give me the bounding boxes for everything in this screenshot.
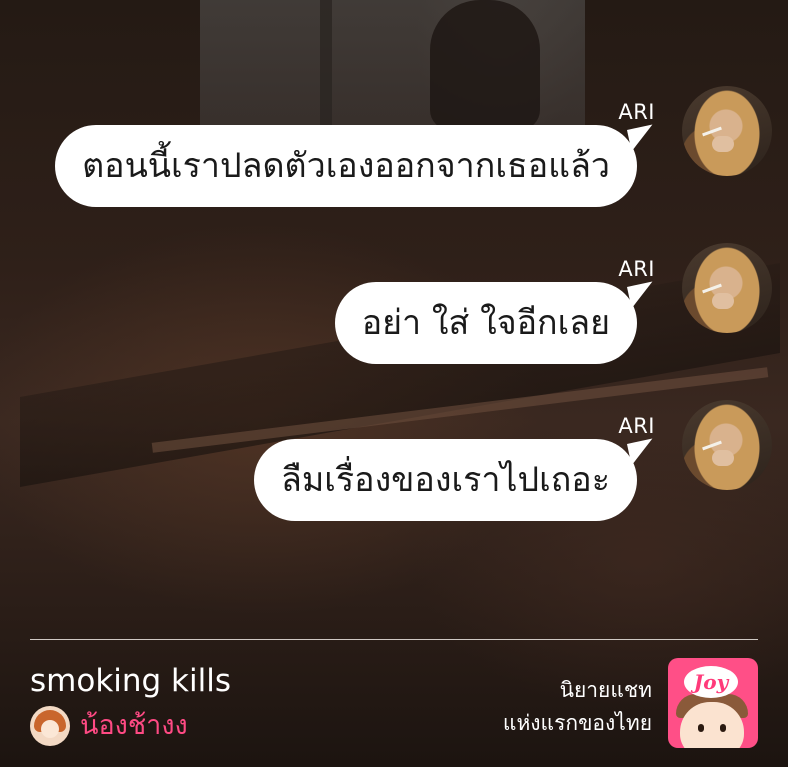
chat-message: ARI ลืมเรื่องของเราไปเถอะ — [0, 400, 772, 524]
sender-avatar-icon[interactable] — [682, 400, 772, 490]
logo-character-eye — [698, 724, 704, 732]
chat-message: ARI ตอนนี้เราปลดตัวเองออกจากเธอแล้ว — [0, 86, 772, 210]
bubble-tail — [626, 281, 658, 309]
chat-message: ARI อย่า ใส่ ใจอีกเลย — [0, 243, 772, 367]
joy-logo-icon[interactable]: Joy — [668, 658, 758, 748]
story-title[interactable]: smoking kills — [30, 662, 231, 700]
sender-name: ARI — [618, 257, 655, 281]
sender-avatar-icon[interactable] — [682, 243, 772, 333]
message-text: ตอนนี้เราปลดตัวเองออกจากเธอแล้ว — [82, 146, 610, 186]
brand-tagline: นิยายแชท แห่งแรกของไทย — [503, 674, 652, 740]
footer-divider — [30, 639, 758, 640]
sender-name: ARI — [618, 100, 655, 124]
bubble-tail — [626, 438, 658, 466]
message-text: อย่า ใส่ ใจอีกเลย — [361, 303, 610, 343]
logo-character-eye — [720, 724, 726, 732]
message-bubble: ลืมเรื่องของเราไปเถอะ — [254, 438, 658, 521]
message-text: ลืมเรื่องของเราไปเถอะ — [281, 460, 610, 500]
tagline-line-2: แห่งแรกของไทย — [502, 711, 652, 735]
avatar-hand — [712, 450, 734, 466]
tagline-line-1: นิยายแชท — [559, 678, 652, 702]
avatar-cigarette — [702, 126, 722, 137]
avatar-hand — [712, 136, 734, 152]
author-avatar-face — [41, 720, 59, 738]
avatar-cigarette — [702, 440, 722, 451]
logo-text: Joy — [684, 666, 738, 698]
sender-avatar-icon[interactable] — [682, 86, 772, 176]
chat-story-screen: ARI ตอนนี้เราปลดตัวเองออกจากเธอแล้ว ARI … — [0, 0, 788, 767]
message-bubble: อย่า ใส่ ใจอีกเลย — [334, 281, 658, 364]
bubble-tail — [626, 124, 658, 152]
avatar-hand — [712, 293, 734, 309]
message-bubble: ตอนนี้เราปลดตัวเองออกจากเธอแล้ว — [55, 124, 658, 207]
author-avatar-icon[interactable] — [30, 706, 70, 746]
sender-name: ARI — [618, 414, 655, 438]
author-name-link[interactable]: น้องช้างง — [80, 708, 188, 744]
avatar-cigarette — [702, 283, 722, 294]
